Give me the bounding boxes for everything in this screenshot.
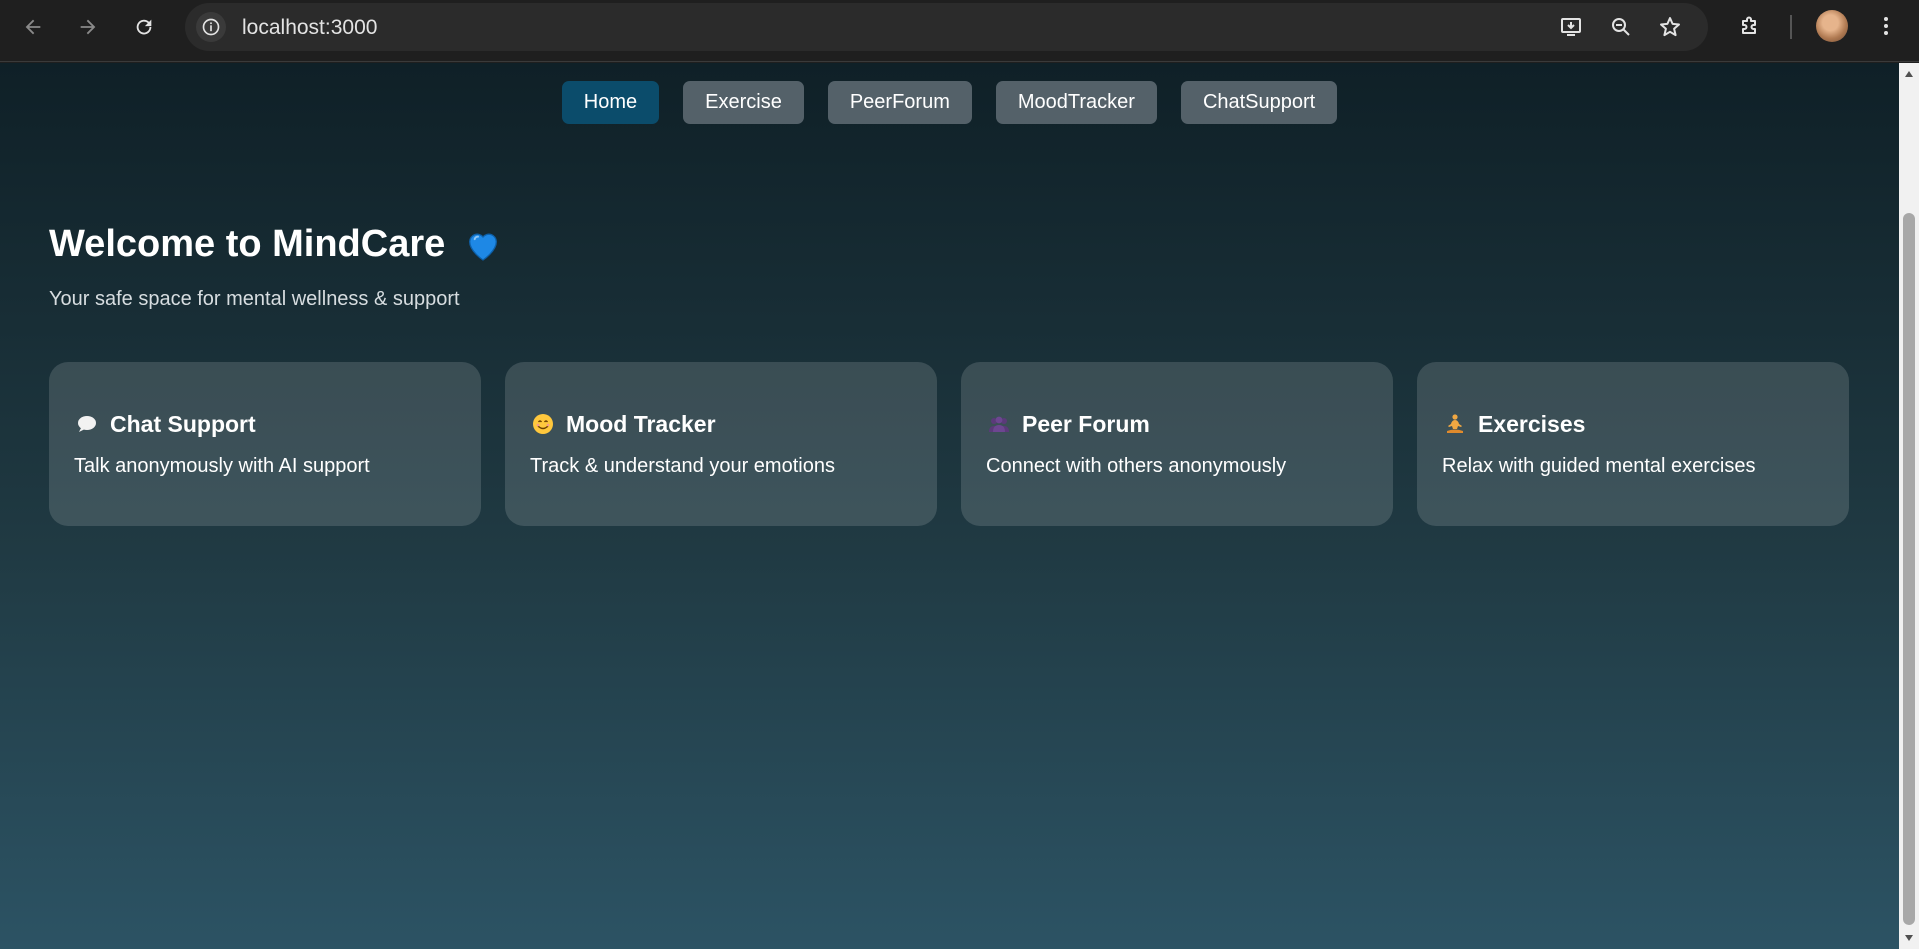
kebab-menu-icon xyxy=(1884,17,1888,35)
card-description: Talk anonymously with AI support xyxy=(74,455,370,477)
meditation-icon xyxy=(1442,411,1468,437)
smiling-face-icon xyxy=(530,411,556,437)
arrow-left-icon xyxy=(25,19,41,35)
nav-link-exercise[interactable]: Exercise xyxy=(683,81,804,124)
scroll-up-icon[interactable] xyxy=(1904,69,1914,79)
nav-link-mood-tracker[interactable]: MoodTracker xyxy=(995,81,1157,124)
card-title-row: Chat Support xyxy=(74,409,456,439)
card-title-row: Peer Forum xyxy=(986,409,1368,439)
reload-button[interactable] xyxy=(128,11,160,43)
nav-link-home[interactable]: Home xyxy=(561,81,660,124)
nav-link-peer-forum[interactable]: PeerForum xyxy=(827,81,972,124)
browser-toolbar: localhost:3000 xyxy=(0,0,1919,62)
page-title-text: Welcome to MindCare xyxy=(49,223,446,265)
url-text[interactable]: localhost:3000 xyxy=(242,16,377,40)
info-icon xyxy=(202,18,220,36)
card-chat-support[interactable]: Chat Support Talk anonymously with AI su… xyxy=(49,362,481,526)
extensions-button[interactable] xyxy=(1734,10,1766,42)
page-title: Welcome to MindCare xyxy=(49,223,503,266)
card-title: Peer Forum xyxy=(1022,410,1150,437)
toolbar-separator xyxy=(1790,15,1792,39)
scroll-down-icon[interactable] xyxy=(1904,933,1914,943)
card-exercises[interactable]: Exercises Relax with guided mental exerc… xyxy=(1417,362,1849,526)
back-button[interactable] xyxy=(17,11,49,43)
address-bar[interactable]: localhost:3000 xyxy=(185,3,1708,51)
zoom-button[interactable] xyxy=(1606,12,1636,42)
browser-menu-button[interactable] xyxy=(1870,10,1902,42)
card-peer-forum[interactable]: Peer Forum Connect with others anonymous… xyxy=(961,362,1393,526)
people-icon xyxy=(986,411,1012,437)
install-app-button[interactable] xyxy=(1556,12,1586,42)
scroll-thumb[interactable] xyxy=(1903,213,1915,925)
star-icon xyxy=(1660,17,1680,37)
blue-heart-icon xyxy=(469,233,498,261)
speech-bubble-icon xyxy=(74,411,100,437)
puzzle-icon xyxy=(1742,16,1756,34)
forward-button[interactable] xyxy=(72,11,104,43)
zoom-out-icon xyxy=(1612,18,1630,36)
reload-icon xyxy=(136,19,152,35)
card-description: Track & understand your emotions xyxy=(530,455,835,477)
install-app-icon xyxy=(1561,18,1581,36)
card-title: Exercises xyxy=(1478,410,1586,437)
nav-link-chat-support[interactable]: ChatSupport xyxy=(1180,81,1338,124)
main-navbar: Home Exercise PeerForum MoodTracker Chat… xyxy=(0,81,1899,124)
bookmark-button[interactable] xyxy=(1655,12,1685,42)
card-title-row: Mood Tracker xyxy=(530,409,912,439)
card-description: Connect with others anonymously xyxy=(986,455,1287,477)
card-title: Mood Tracker xyxy=(566,410,716,437)
feature-cards: Chat Support Talk anonymously with AI su… xyxy=(49,362,1849,526)
card-title: Chat Support xyxy=(110,410,256,437)
page-content: Home Exercise PeerForum MoodTracker Chat… xyxy=(0,63,1899,949)
card-title-row: Exercises xyxy=(1442,409,1824,439)
page-subtitle: Your safe space for mental wellness & su… xyxy=(49,288,460,310)
card-description: Relax with guided mental exercises xyxy=(1442,455,1756,477)
profile-avatar[interactable] xyxy=(1816,10,1848,42)
arrow-right-icon xyxy=(80,19,96,35)
page-scrollbar[interactable] xyxy=(1899,63,1919,949)
card-mood-tracker[interactable]: Mood Tracker Track & understand your emo… xyxy=(505,362,937,526)
site-info-button[interactable] xyxy=(196,12,226,42)
